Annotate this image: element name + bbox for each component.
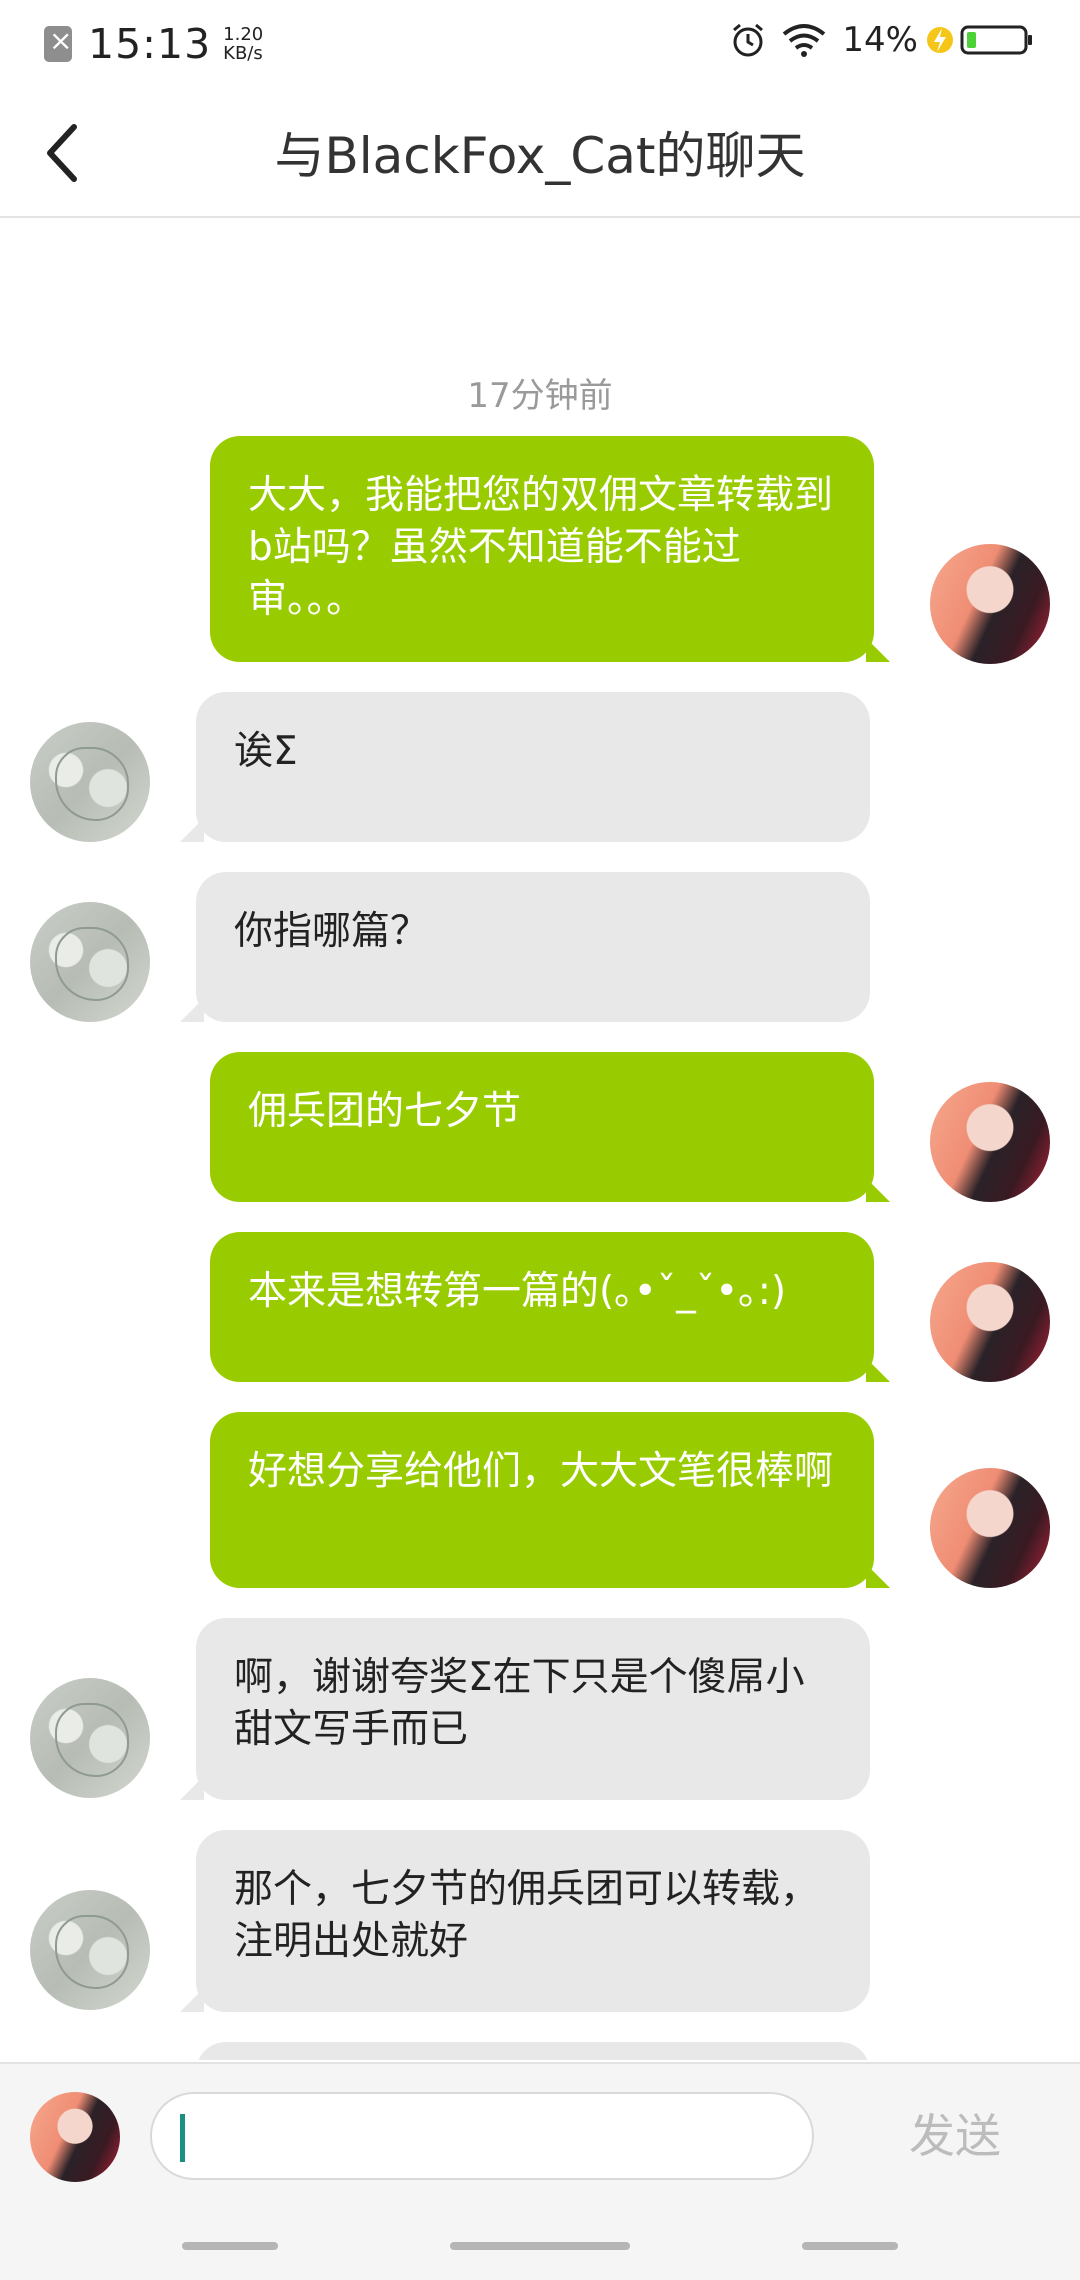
message-bubble-incoming-partial[interactable] [196, 2042, 870, 2060]
wifi-icon [783, 24, 826, 57]
text-caret [180, 2114, 185, 2162]
page-title: 与BlackFox_Cat的聊天 [274, 127, 806, 185]
message-text: 诶Σ [234, 729, 298, 774]
chat-screen: 15:13 1.20 KB/s 14% [0, 0, 1080, 2280]
message-text: 大大，我能把您的双佣文章转载到b站吗？虽然不知道能不能过审。。。 [248, 473, 834, 622]
nav-back-pill[interactable] [802, 2242, 898, 2250]
clock: 15:13 [88, 20, 212, 68]
message-text: 你指哪篇？ [234, 909, 430, 954]
alarm-icon [733, 23, 764, 57]
status-bar: 15:13 1.20 KB/s 14% [0, 0, 1080, 86]
contact-avatar[interactable] [30, 1890, 150, 2010]
status-left: 15:13 1.20 KB/s [44, 20, 263, 68]
sim-missing-icon [44, 24, 72, 62]
network-speed: 1.20 KB/s [223, 25, 263, 63]
battery-percent: 14% [842, 20, 918, 60]
nav-home-pill[interactable] [450, 2242, 630, 2250]
contact-avatar[interactable] [30, 902, 150, 1022]
network-speed-value: 1.20 [223, 24, 264, 45]
message-bubble-outgoing[interactable]: 好想分享给他们，大大文笔很棒啊 [210, 1412, 890, 1588]
message-list[interactable]: 17分钟前 大大，我能把您的双佣文章转载到b站吗？虽然不知道能不能过审。。。 诶… [0, 218, 1080, 2060]
message-bubble-outgoing[interactable]: 佣兵团的七夕节 [210, 1052, 890, 1202]
contact-avatar[interactable] [30, 722, 150, 842]
message-bubble-incoming[interactable]: 你指哪篇？ [180, 872, 870, 1022]
send-button[interactable]: 发送 [880, 2092, 1030, 2180]
title-bar: 与BlackFox_Cat的聊天 [0, 86, 1080, 218]
message-text: 本来是想转第一篇的(｡•ˇ_ˇ•｡:) [248, 1269, 787, 1314]
message-bubble-incoming[interactable]: 诶Σ [180, 692, 870, 842]
message-text: 啊，谢谢夸奖Σ在下只是个傻屌小甜文写手而已 [234, 1655, 805, 1752]
network-speed-unit: KB/s [223, 43, 263, 64]
message-text: 佣兵团的七夕节 [248, 1089, 522, 1134]
message-bubble-outgoing[interactable]: 大大，我能把您的双佣文章转载到b站吗？虽然不知道能不能过审。。。 [210, 436, 890, 662]
system-navigation-bar [0, 2214, 1080, 2280]
my-avatar[interactable] [30, 2092, 120, 2182]
charging-bolt-icon [927, 27, 953, 53]
status-right: 14% [730, 20, 1034, 60]
nav-menu-pill[interactable] [182, 2242, 278, 2250]
message-bubble-incoming[interactable]: 那个，七夕节的佣兵团可以转载，注明出处就好 [180, 1830, 870, 2012]
message-bubble-incoming[interactable]: 啊，谢谢夸奖Σ在下只是个傻屌小甜文写手而已 [180, 1618, 870, 1800]
my-avatar[interactable] [930, 544, 1050, 664]
my-avatar[interactable] [930, 1468, 1050, 1588]
contact-avatar[interactable] [30, 1678, 150, 1798]
input-bar: 发送 [0, 2062, 1080, 2280]
battery-icon [960, 25, 1032, 55]
my-avatar[interactable] [930, 1262, 1050, 1382]
message-text: 那个，七夕节的佣兵团可以转载，注明出处就好 [234, 1867, 820, 1964]
message-bubble-outgoing[interactable]: 本来是想转第一篇的(｡•ˇ_ˇ•｡:) [210, 1232, 890, 1382]
message-timestamp: 17分钟前 [467, 376, 613, 416]
my-avatar[interactable] [930, 1082, 1050, 1202]
message-text: 好想分享给他们，大大文笔很棒啊 [248, 1449, 834, 1494]
message-input[interactable] [150, 2092, 814, 2180]
